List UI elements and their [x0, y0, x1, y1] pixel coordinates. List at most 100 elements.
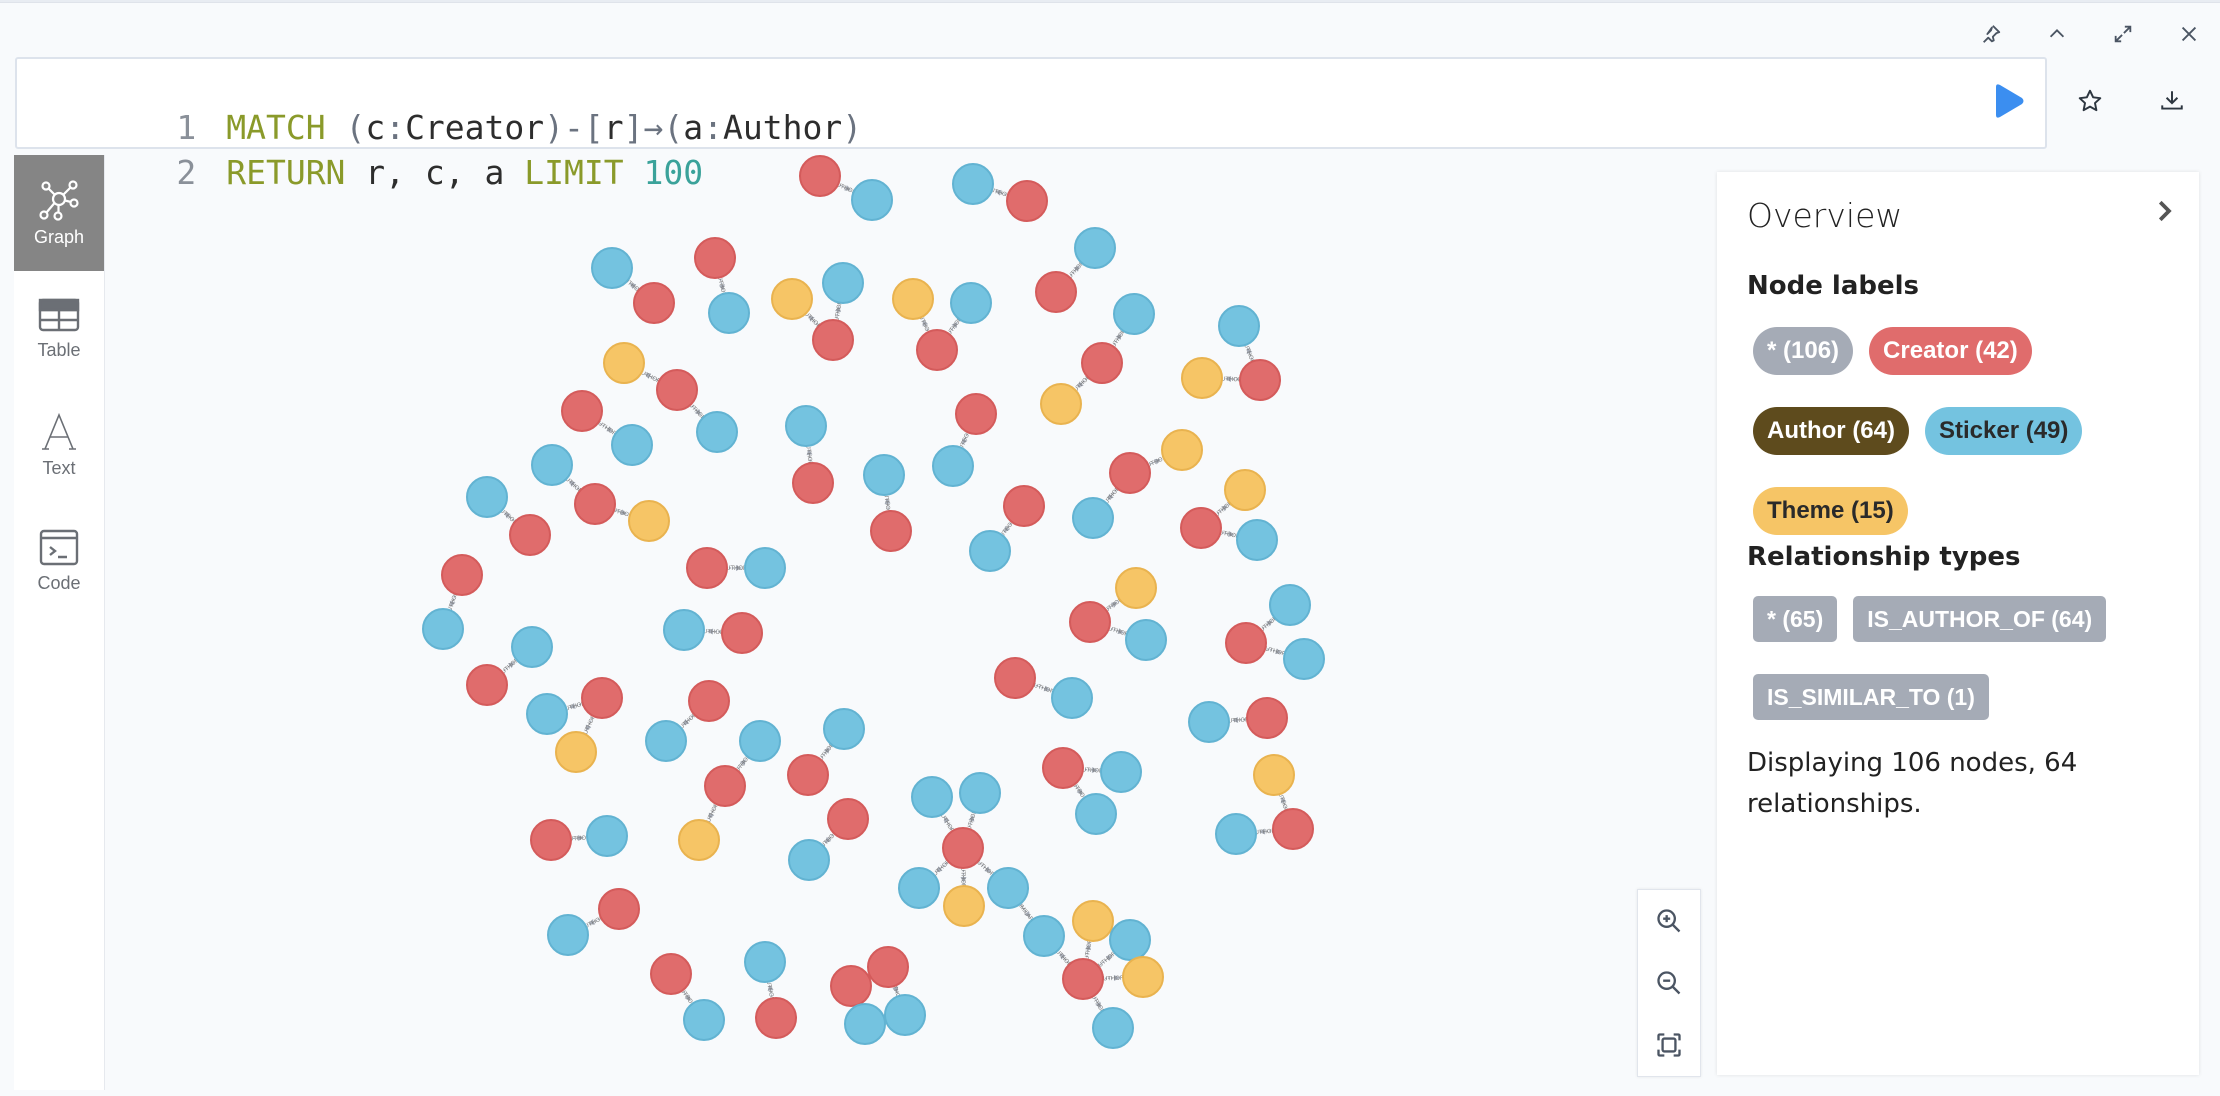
graph-node-creator[interactable] [1226, 623, 1266, 663]
graph-node-creator[interactable] [695, 238, 735, 278]
graph-node-creator[interactable] [1070, 602, 1110, 642]
graph-node-sticker[interactable] [786, 406, 826, 446]
graph-node-creator[interactable] [651, 954, 691, 994]
graph-node-creator[interactable] [813, 320, 853, 360]
graph-node-creator[interactable] [687, 548, 727, 588]
node-label-chip[interactable]: Sticker (49) [1925, 407, 2082, 455]
graph-node-sticker[interactable] [912, 777, 952, 817]
sidebar-item-code[interactable]: Code [14, 503, 104, 619]
graph-node-creator[interactable] [917, 330, 957, 370]
graph-node-sticker[interactable] [612, 425, 652, 465]
graph-node-sticker[interactable] [646, 721, 686, 761]
graph-node-sticker[interactable] [548, 915, 588, 955]
graph-node-creator[interactable] [1036, 272, 1076, 312]
graph-node-sticker[interactable] [1093, 1008, 1133, 1048]
graph-node-sticker[interactable] [1270, 585, 1310, 625]
graph-node-creator[interactable] [1240, 360, 1280, 400]
graph-node-sticker[interactable] [467, 477, 507, 517]
graph-node-creator[interactable] [788, 755, 828, 795]
graph-node-sticker[interactable] [745, 942, 785, 982]
graph-node-sticker[interactable] [970, 531, 1010, 571]
graph-node-sticker[interactable] [852, 180, 892, 220]
graph-node-sticker[interactable] [789, 840, 829, 880]
graph-node-creator[interactable] [689, 681, 729, 721]
graph-node-sticker[interactable] [1126, 620, 1166, 660]
graph-node-creator[interactable] [582, 678, 622, 718]
graph-node-sticker[interactable] [1110, 920, 1150, 960]
graph-node-creator[interactable] [575, 484, 615, 524]
graph-node-theme[interactable] [556, 732, 596, 772]
relationship-type-chip[interactable]: IS_SIMILAR_TO (1) [1753, 674, 1989, 720]
graph-node-sticker[interactable] [1052, 678, 1092, 718]
graph-node-creator[interactable] [1082, 343, 1122, 383]
graph-node-creator[interactable] [562, 391, 602, 431]
zoom-in-button[interactable] [1649, 901, 1689, 941]
graph-node-sticker[interactable] [740, 721, 780, 761]
graph-node-creator[interactable] [1110, 453, 1150, 493]
graph-node-sticker[interactable] [899, 868, 939, 908]
graph-node-sticker[interactable] [1024, 916, 1064, 956]
graph-node-sticker[interactable] [1216, 814, 1256, 854]
graph-node-creator[interactable] [868, 947, 908, 987]
expand-icon[interactable] [2106, 17, 2140, 51]
graph-node-sticker[interactable] [1114, 294, 1154, 334]
graph-node-sticker[interactable] [684, 1000, 724, 1040]
graph-node-sticker[interactable] [709, 293, 749, 333]
graph-node-theme[interactable] [772, 279, 812, 319]
graph-node-creator[interactable] [531, 820, 571, 860]
graph-node-creator[interactable] [756, 998, 796, 1038]
node-label-chip[interactable]: Theme (15) [1753, 487, 1908, 535]
graph-node-theme[interactable] [1123, 957, 1163, 997]
graph-node-sticker[interactable] [592, 248, 632, 288]
graph-node-creator[interactable] [722, 613, 762, 653]
graph-node-theme[interactable] [1162, 430, 1202, 470]
graph-node-sticker[interactable] [532, 445, 572, 485]
graph-node-sticker[interactable] [697, 412, 737, 452]
graph-node-sticker[interactable] [512, 627, 552, 667]
fit-to-screen-button[interactable] [1649, 1025, 1689, 1065]
graph-node-creator[interactable] [467, 665, 507, 705]
graph-node-creator[interactable] [1273, 809, 1313, 849]
query-editor[interactable]: 1MATCH (c:Creator)-[r]→(a:Author) 2RETUR… [15, 57, 2047, 149]
graph-node-theme[interactable] [1182, 358, 1222, 398]
graph-node-creator[interactable] [871, 511, 911, 551]
graph-node-sticker[interactable] [953, 164, 993, 204]
graph-node-theme[interactable] [893, 279, 933, 319]
graph-node-sticker[interactable] [1073, 498, 1113, 538]
graph-node-theme[interactable] [1073, 901, 1113, 941]
graph-node-creator[interactable] [793, 463, 833, 503]
graph-node-theme[interactable] [1041, 384, 1081, 424]
graph-node-theme[interactable] [1225, 470, 1265, 510]
graph-node-creator[interactable] [1181, 508, 1221, 548]
node-label-chip[interactable]: Author (64) [1753, 407, 1909, 455]
node-label-chip[interactable]: * (106) [1753, 327, 1853, 375]
run-query-button[interactable] [1990, 81, 2026, 121]
relationship-type-chip[interactable]: IS_AUTHOR_OF (64) [1853, 596, 2106, 642]
graph-node-sticker[interactable] [664, 610, 704, 650]
graph-node-sticker[interactable] [988, 868, 1028, 908]
graph-node-sticker[interactable] [1189, 702, 1229, 742]
graph-node-creator[interactable] [510, 515, 550, 555]
graph-node-sticker[interactable] [824, 709, 864, 749]
graph-node-creator[interactable] [995, 658, 1035, 698]
editor-line-1[interactable]: 1MATCH (c:Creator)-[r]→(a:Author) [17, 59, 862, 105]
graph-node-theme[interactable] [1254, 755, 1294, 795]
graph-node-creator[interactable] [1043, 748, 1083, 788]
graph-node-sticker[interactable] [423, 609, 463, 649]
graph-node-creator[interactable] [442, 555, 482, 595]
sidebar-item-text[interactable]: Text [14, 387, 104, 503]
graph-node-theme[interactable] [1116, 568, 1156, 608]
graph-node-creator[interactable] [956, 394, 996, 434]
zoom-out-button[interactable] [1649, 963, 1689, 1003]
editor-line-2[interactable]: 2RETURN r, c, a LIMIT 100 [17, 104, 703, 150]
pin-icon[interactable] [1974, 17, 2008, 51]
graph-node-sticker[interactable] [1075, 228, 1115, 268]
graph-node-sticker[interactable] [1284, 639, 1324, 679]
graph-node-creator[interactable] [831, 966, 871, 1006]
graph-node-sticker[interactable] [527, 694, 567, 734]
graph-node-sticker[interactable] [745, 548, 785, 588]
graph-node-creator[interactable] [1247, 698, 1287, 738]
sidebar-item-graph[interactable]: Graph [14, 155, 104, 271]
graph-node-theme[interactable] [629, 501, 669, 541]
graph-node-theme[interactable] [604, 343, 644, 383]
